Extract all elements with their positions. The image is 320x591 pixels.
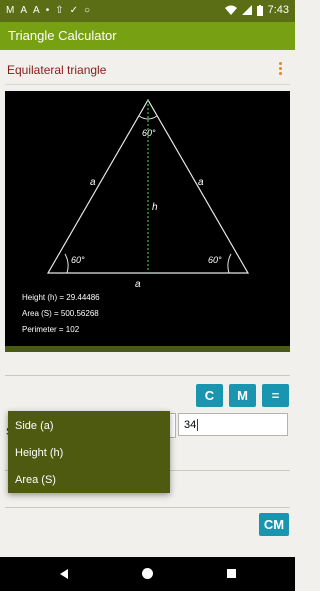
- left-angle-label: 60°: [71, 255, 85, 265]
- height-result: Height (h) = 29.44486: [22, 293, 100, 302]
- value-input[interactable]: 34: [178, 413, 288, 436]
- status-bar: M A A • ⇧ ✓ ○ 7:43: [0, 0, 295, 22]
- parameter-dropdown: Side (a) Height (h) Area (S): [8, 411, 170, 493]
- upload-icon: ⇧: [55, 5, 64, 16]
- warning-icon: A: [20, 5, 28, 16]
- recent-apps-icon[interactable]: [227, 569, 236, 578]
- side-right-label: a: [198, 177, 204, 188]
- kebab-menu-icon[interactable]: [279, 62, 283, 76]
- right-angle-label: 60°: [208, 255, 222, 265]
- memory-button[interactable]: M: [229, 384, 256, 407]
- side-left-label: a: [90, 177, 96, 188]
- clear-memory-button[interactable]: CM: [259, 513, 289, 536]
- circle-icon: ○: [83, 5, 91, 16]
- signal-icon: [241, 5, 252, 15]
- perimeter-result: Perimeter = 102: [22, 325, 80, 334]
- notification-icons: M A A • ⇧ ✓ ○: [6, 4, 90, 17]
- side-bottom-label: a: [135, 279, 141, 290]
- shape-header: Equilateral triangle: [0, 56, 295, 84]
- option-height[interactable]: Height (h): [15, 447, 63, 459]
- dot-icon: •: [45, 5, 50, 16]
- divider: [5, 84, 290, 85]
- divider: [5, 375, 290, 376]
- clock: 7:43: [267, 4, 289, 16]
- navigation-bar: [0, 557, 295, 591]
- area-result: Area (S) = 500.56268: [22, 309, 99, 318]
- app-title: Triangle Calculator: [8, 28, 117, 43]
- option-side[interactable]: Side (a): [15, 420, 54, 432]
- app-bar: Triangle Calculator: [0, 22, 295, 50]
- gmail-icon: M: [6, 5, 15, 16]
- figure-divider: [5, 346, 290, 352]
- equals-button[interactable]: =: [262, 384, 289, 407]
- text-cursor: [197, 419, 199, 432]
- triangle-figure: 60° 60° 60° a a a h Height (h) = 29.4448…: [5, 91, 290, 346]
- battery-icon: [256, 4, 263, 16]
- wifi-icon: [224, 5, 237, 15]
- triangle-diagram: 60° 60° 60° a a a h: [46, 98, 250, 290]
- value-text: 34: [184, 419, 197, 431]
- warning-icon-2: A: [33, 5, 40, 16]
- back-icon[interactable]: [60, 569, 68, 579]
- height-label: h: [152, 202, 158, 213]
- right-angle-arc: [227, 253, 232, 274]
- home-icon[interactable]: [142, 568, 153, 579]
- left-angle-arc: [64, 253, 69, 274]
- option-area[interactable]: Area (S): [15, 474, 56, 486]
- clear-button[interactable]: C: [196, 384, 223, 407]
- check-icon: ✓: [69, 5, 78, 16]
- top-angle-label: 60°: [142, 128, 156, 138]
- divider: [5, 507, 290, 508]
- shape-title[interactable]: Equilateral triangle: [7, 63, 106, 77]
